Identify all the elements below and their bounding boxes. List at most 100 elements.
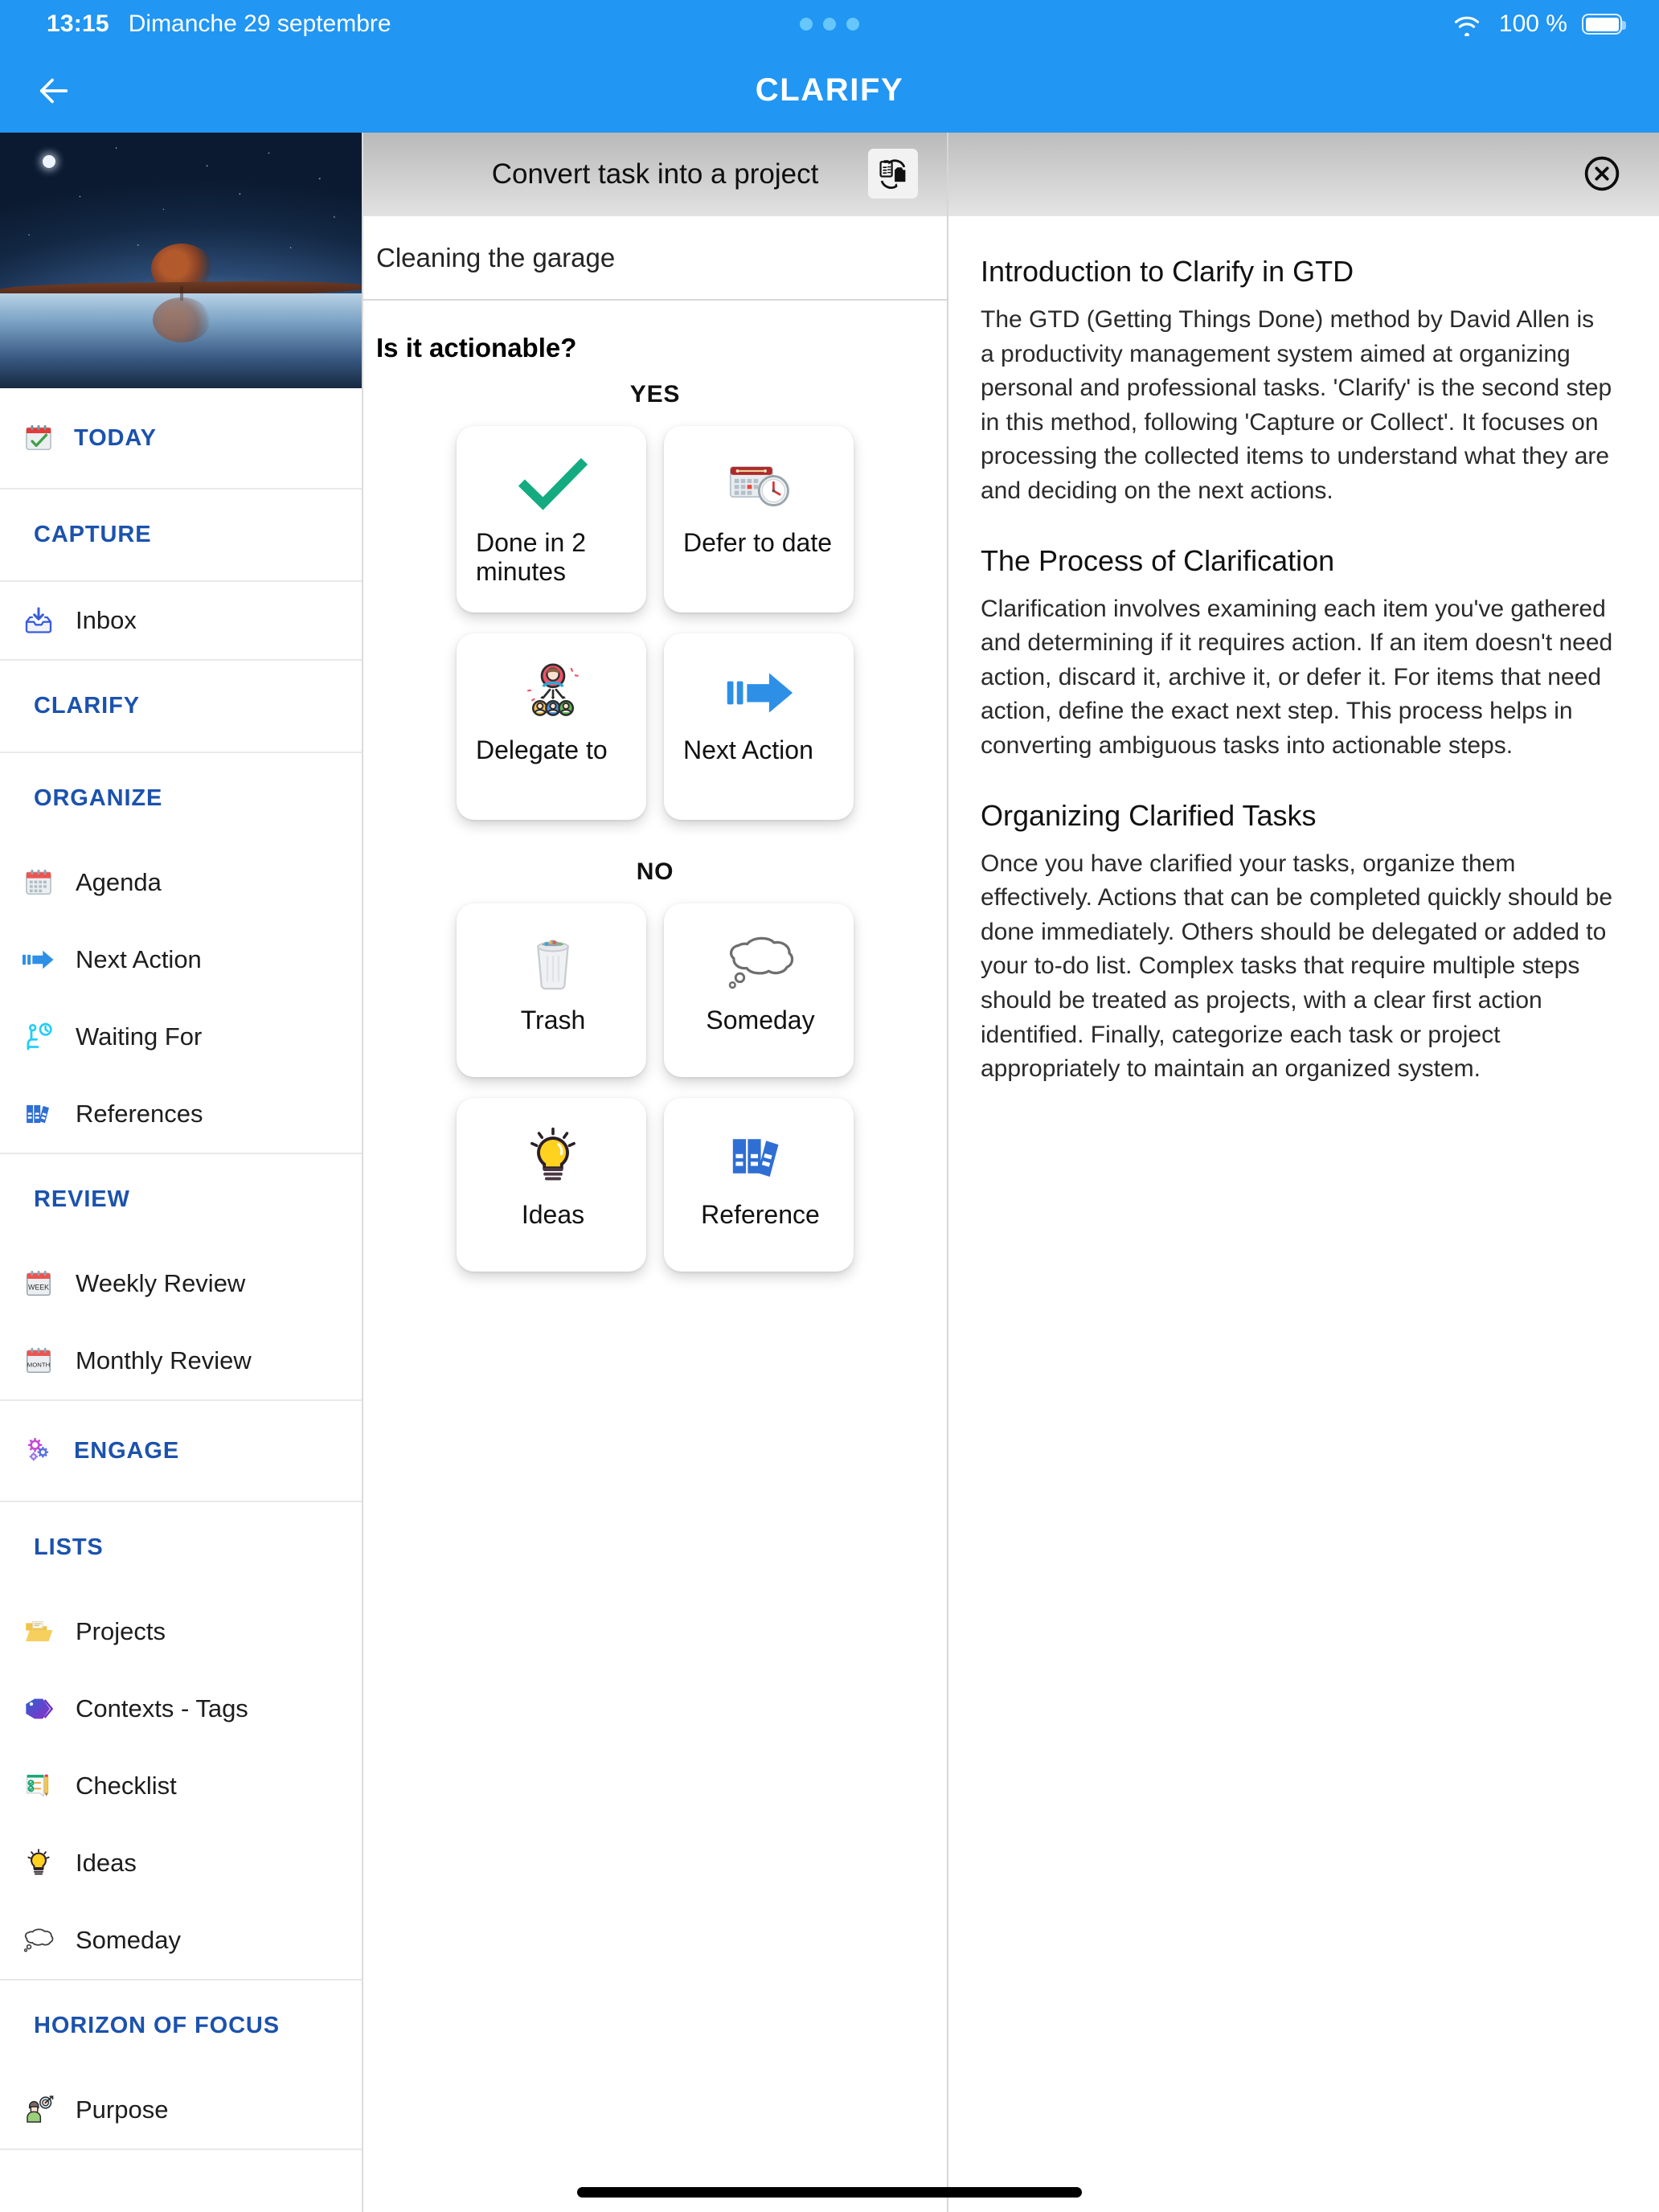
sidebar-item-purpose[interactable]: Purpose: [0, 2071, 362, 2149]
lightbulb-icon: [21, 1845, 56, 1881]
sidebar-item-checklist[interactable]: Checklist: [0, 1747, 362, 1825]
close-button[interactable]: [1577, 149, 1627, 199]
convert-task-to-project-button[interactable]: [868, 149, 918, 199]
sidebar-group-today: TODAY: [0, 388, 362, 490]
sidebar-item-next-action[interactable]: Next Action: [0, 921, 362, 998]
card-ideas[interactable]: Ideas: [457, 1098, 646, 1272]
clarify-panel-header: Convert task into a project: [363, 133, 947, 216]
sidebar-group-clarify: CLARIFY: [0, 661, 362, 753]
sidebar-group-engage: ENGAGE: [0, 1401, 362, 1502]
card-label: Ideas: [521, 1200, 585, 1229]
sidebar-item-weekly-review[interactable]: WEEK Weekly Review: [0, 1245, 362, 1322]
sidebar-heading-label: CAPTURE: [34, 522, 152, 547]
back-button[interactable]: [29, 66, 79, 116]
section-body: Clarification involves examining each it…: [981, 595, 1613, 759]
card-label: Delegate to: [476, 735, 608, 764]
sidebar-group-capture: CAPTURE: [0, 490, 362, 582]
home-indicator[interactable]: [577, 2187, 1082, 2198]
card-defer-to-date[interactable]: Defer to date: [664, 426, 854, 612]
sidebar-heading-label: ORGANIZE: [34, 785, 163, 811]
person-waiting-clock-icon: [21, 1019, 56, 1055]
calendar-week-icon: WEEK: [21, 1266, 56, 1301]
section-heading: The Process of Clarification: [981, 543, 1335, 577]
yes-cards-row-1: Done in 2 minutes Defer to date: [363, 426, 947, 612]
sidebar-heading-label: LISTS: [34, 1534, 104, 1560]
sidebar-item-label: References: [76, 1100, 203, 1128]
no-cards-row-2: Ideas Reference: [363, 1098, 947, 1272]
sidebar-item-references[interactable]: References: [0, 1075, 362, 1153]
sidebar[interactable]: TODAY CAPTURE Inbox CLARIFY ORGANIZE Age…: [0, 133, 363, 2212]
convert-task-title: Convert task into a project: [491, 158, 819, 190]
card-label: Reference: [701, 1200, 820, 1229]
sidebar-group-organize: ORGANIZE Agenda Next Action Waiting For …: [0, 753, 362, 1154]
inbox-tray-icon: [21, 603, 56, 638]
sidebar-group-horizon-of-focus: HORIZON OF FOCUS Purpose: [0, 1981, 362, 2150]
sidebar-item-agenda[interactable]: Agenda: [0, 844, 362, 921]
convert-task-to-project-icon: [879, 159, 906, 189]
sidebar-group-review: REVIEW WEEK Weekly Review MONTH Monthly …: [0, 1154, 362, 1401]
calendar-clock-icon: [683, 447, 838, 524]
checklist-pencil-icon: [21, 1768, 56, 1804]
sidebar-heading-organize: ORGANIZE: [0, 753, 362, 844]
calendar-check-icon: [21, 420, 56, 456]
actionable-question: Is it actionable?: [376, 333, 577, 363]
card-delegate-to[interactable]: Delegate to: [457, 633, 646, 820]
no-label: NO: [636, 858, 674, 885]
svg-text:WEEK: WEEK: [28, 1283, 49, 1291]
card-next-action[interactable]: Next Action: [664, 633, 854, 820]
sidebar-heading-horizon-of-focus: HORIZON OF FOCUS: [0, 1981, 362, 2071]
sidebar-item-engage[interactable]: ENGAGE: [0, 1401, 362, 1501]
sidebar-item-ideas[interactable]: Ideas: [0, 1825, 362, 1902]
status-date: Dimanche 29 septembre: [128, 10, 391, 37]
person-target-icon: [21, 2092, 56, 2128]
green-check-icon: [476, 447, 630, 524]
tag-icon: [21, 1691, 56, 1727]
info-panel: Introduction to Clarify in GTD The GTD (…: [948, 133, 1659, 2212]
clarify-panel: Convert task into a project Cleaning the: [363, 133, 948, 2212]
card-label: Done in 2 minutes: [476, 528, 586, 586]
card-trash[interactable]: Trash: [457, 903, 646, 1077]
sidebar-item-someday[interactable]: Someday: [0, 1902, 362, 1979]
status-time: 13:15: [47, 10, 109, 37]
section-body: Once you have clarified your tasks, orga…: [981, 850, 1613, 1083]
sidebar-item-today[interactable]: TODAY: [0, 388, 362, 488]
thought-bubble-icon: [21, 1923, 56, 1958]
card-reference[interactable]: Reference: [664, 1098, 854, 1272]
sidebar-heading-label: REVIEW: [34, 1186, 130, 1212]
binders-icon: [683, 1119, 838, 1196]
sidebar-item-label: Next Action: [76, 945, 202, 973]
sidebar-item-label: Contexts - Tags: [76, 1694, 248, 1722]
sidebar-item-projects[interactable]: Projects: [0, 1593, 362, 1670]
sidebar-item-inbox[interactable]: Inbox: [0, 582, 362, 659]
lightbulb-icon: [476, 1119, 630, 1196]
card-someday[interactable]: Someday: [664, 903, 854, 1077]
sidebar-item-waiting-for[interactable]: Waiting For: [0, 998, 362, 1075]
sidebar-heading-lists: LISTS: [0, 1502, 362, 1593]
sidebar-item-contexts-tags[interactable]: Contexts - Tags: [0, 1670, 362, 1747]
sidebar-heading-label: CLARIFY: [34, 693, 140, 719]
sidebar-item-label: Projects: [76, 1617, 166, 1645]
card-label: Someday: [706, 1006, 815, 1034]
svg-text:MONTH: MONTH: [27, 1361, 50, 1368]
card-label: Trash: [520, 1006, 586, 1034]
yes-label: YES: [629, 381, 681, 408]
page-title: CLARIFY: [755, 72, 904, 108]
card-done-in-2-minutes[interactable]: Done in 2 minutes: [457, 426, 646, 612]
loading-dots-icon: [800, 18, 859, 31]
calendar-month-icon: MONTH: [21, 1343, 56, 1378]
status-bar-right: 100 %: [1449, 6, 1626, 42]
sidebar-heading-label: HORIZON OF FOCUS: [34, 2013, 280, 2038]
sidebar-item-monthly-review[interactable]: MONTH Monthly Review: [0, 1322, 362, 1399]
sidebar-item-label: Monthly Review: [76, 1346, 252, 1374]
open-folder-icon: [21, 1614, 56, 1649]
card-label: Defer to date: [683, 528, 832, 557]
sidebar-item-label: Inbox: [76, 606, 137, 634]
sidebar-item-label: Waiting For: [76, 1022, 203, 1051]
sidebar-item-label: Purpose: [76, 2095, 169, 2124]
task-row[interactable]: Cleaning the garage: [363, 216, 947, 301]
sidebar-item-label: Weekly Review: [76, 1269, 246, 1297]
gears-icon: [21, 1433, 56, 1469]
sidebar-group-lists: LISTS Projects Contexts - Tags Checklist…: [0, 1502, 362, 1981]
info-panel-body: Introduction to Clarify in GTD The GTD (…: [948, 216, 1659, 1087]
battery-percent-label: 100 %: [1498, 10, 1567, 37]
